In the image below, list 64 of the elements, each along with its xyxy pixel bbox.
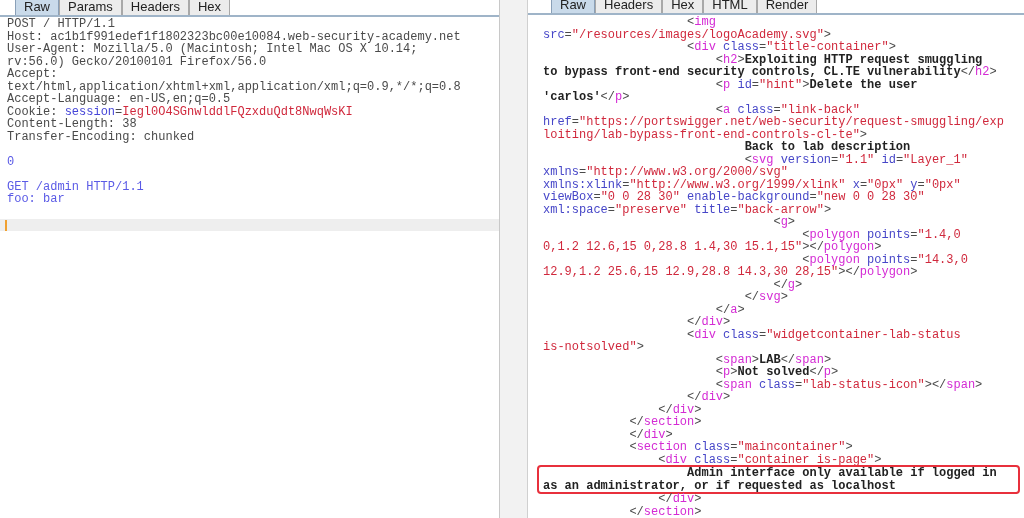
tab[interactable]: Headers xyxy=(121,0,189,15)
tab[interactable]: Render xyxy=(756,0,818,13)
code-line: <p>Not solved</p> xyxy=(714,366,839,379)
code-line: Content-Length: 38 xyxy=(6,118,137,131)
text-cursor xyxy=(5,219,7,231)
code-line: <polygon points="14.3,0 xyxy=(802,253,969,266)
code-line: Transfer-Encoding: chunked xyxy=(6,130,196,143)
code-line: Accept-Language: en-US,en;q=0.5 xyxy=(6,93,231,106)
code-line: <polygon points="1.4,0 xyxy=(801,228,962,241)
code-line: <g> xyxy=(772,216,797,229)
code-line: User-Agent: Mozilla/5.0 (Macintosh; Intel Mac OS X 10.14; xyxy=(6,43,418,56)
code-line: Host: ac1b1f991edef1f1802323bc00e10084.web-security-academy.net xyxy=(6,30,462,43)
code-line: <h2>Exploiting HTTP request smuggling xyxy=(715,53,983,66)
code-line: 0 xyxy=(6,155,16,168)
tab[interactable]: Headers xyxy=(595,0,663,13)
code-line: rv:56.0) Gecko/20100101 Firefox/56.0 xyxy=(6,55,268,68)
tab[interactable]: Raw xyxy=(551,0,595,13)
tab[interactable]: Hex xyxy=(662,0,704,13)
code-line: 12.9,1.2 25.6,15 12.9,28.8 14.3,30 28,15"></polygon> xyxy=(543,266,919,279)
code-line: <section class="maincontainer"> xyxy=(628,441,854,454)
code-line: viewBox="0 0 28 30" enable-background="new 0 0 28 30" xyxy=(543,191,926,204)
code-line: </a> xyxy=(715,303,746,316)
code-line: </g> xyxy=(772,278,804,291)
code-line: <div class="widgetcontainer-lab-status xyxy=(686,328,962,341)
code-line: xml:space="preserve" title="back-arrow"> xyxy=(543,203,833,216)
code-line: xmlns:xlink="http://www.w3.org/1999/xlink" x="0px" y="0px" xyxy=(543,178,962,191)
code-line: Accept: xyxy=(6,68,58,81)
code-line: </section> xyxy=(628,505,703,518)
code-line: <svg version="1.1" id="Layer_1" xyxy=(744,153,969,166)
code-line: <div class="title-container"> xyxy=(687,41,897,54)
tab[interactable]: Raw xyxy=(15,0,59,15)
tab[interactable]: HTML xyxy=(703,0,757,13)
code-line: 'carlos'</p> xyxy=(543,91,631,104)
code-line: src="/resources/images/logoAcademy.svg"> xyxy=(543,28,832,41)
code-line: </div> xyxy=(686,316,732,329)
code-line: <span>LAB</span> xyxy=(714,353,833,366)
code-line: </div> xyxy=(686,391,731,404)
code-line: to bypass front-end security controls, CL.TE vulnerability</h2> xyxy=(543,66,998,79)
code-line: is-notsolved"> xyxy=(543,341,645,354)
code-line: </div> xyxy=(628,428,673,441)
code-line: text/html,application/xhtml+xml,application/xml;q=0.9,*/*;q=0.8 xyxy=(6,80,462,93)
tab[interactable]: Hex xyxy=(188,0,231,15)
code-line: </div> xyxy=(658,403,703,416)
code-line: foo: bar xyxy=(6,193,66,206)
code-line: <div class="container is-page"> xyxy=(657,453,883,466)
code-line: <p id="hint">Delete the user xyxy=(715,78,918,91)
code-line: href="https://portswigger.net/web-security/request-smuggling/exp xyxy=(543,116,1005,129)
code-line: GET /admin HTTP/1.1 xyxy=(6,180,145,193)
code-line: <span class="lab-status-icon"></span> xyxy=(715,378,984,391)
splitter-bar[interactable] xyxy=(500,0,528,518)
code-line: loiting/lab-bypass-front-end-controls-cl-te"> xyxy=(543,128,868,141)
code-line: xmlns="http://www.w3.org/2000/svg" xyxy=(543,166,788,179)
code-line: 0,1.2 12.6,15 0,28.8 1.4,30 15.1,15"></polygon> xyxy=(543,241,882,254)
code-line: Cookie: session=Iegl0O4SGnwlddlFQzxduQdt8NwqWsKI xyxy=(6,105,354,118)
code-line: </svg> xyxy=(744,291,788,304)
tab[interactable]: Params xyxy=(59,0,122,15)
code-line: POST / HTTP/1.1 xyxy=(6,18,117,31)
code-line: <a class="link-back" xyxy=(715,103,860,116)
code-line: <img xyxy=(687,16,716,29)
code-line: as an administrator, or if requested as localhost xyxy=(543,479,897,492)
code-line: </section> xyxy=(628,416,703,429)
code-line: Admin interface only available if logged in xyxy=(686,467,998,480)
code-line: </div> xyxy=(657,493,703,506)
code-line: Back to lab description xyxy=(744,141,912,154)
